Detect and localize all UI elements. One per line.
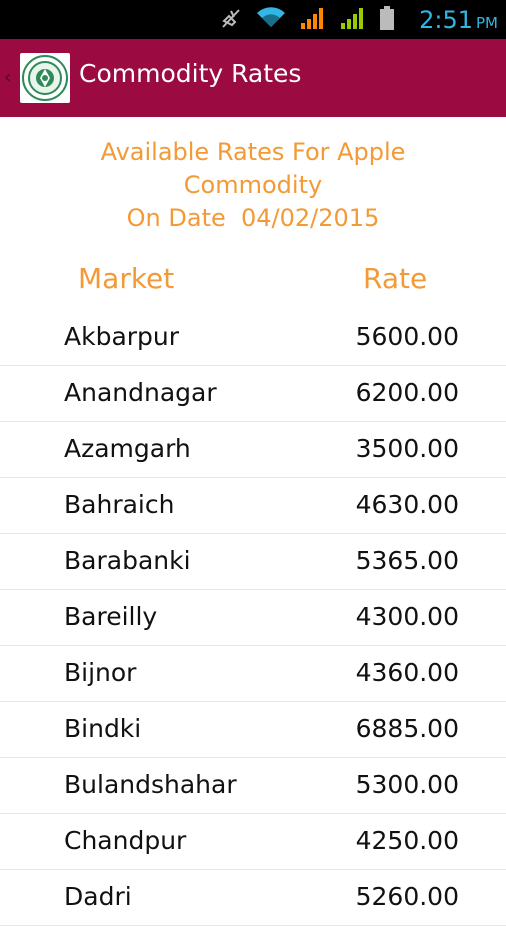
market-column-header: Market — [78, 262, 175, 295]
list-item[interactable]: Bulandshahar 5300.00 — [0, 758, 506, 814]
list-item[interactable]: Bindki 6885.00 — [0, 702, 506, 758]
rate-value: 4300.00 — [355, 602, 459, 631]
heading-line-1: Available Rates For Apple — [100, 138, 406, 166]
market-name: Bahraich — [64, 490, 175, 519]
rate-value: 5365.00 — [355, 546, 459, 575]
market-name: Azamgarh — [64, 434, 191, 463]
status-icons — [220, 6, 394, 34]
list-item[interactable]: Chandpur 4250.00 — [0, 814, 506, 870]
page-title: Commodity Rates — [79, 59, 302, 88]
rate-value: 4250.00 — [355, 826, 459, 855]
rate-value: 3500.00 — [355, 434, 459, 463]
rate-value: 6885.00 — [355, 714, 459, 743]
rate-value: 5260.00 — [355, 882, 459, 911]
mute-icon — [220, 7, 242, 33]
list-item[interactable]: Bahraich 4630.00 — [0, 478, 506, 534]
list-item[interactable]: Bijnor 4360.00 — [0, 646, 506, 702]
market-name: Anandnagar — [64, 378, 217, 407]
heading-line-3: On Date 04/02/2015 — [126, 204, 380, 232]
clock-time: 2:51 — [419, 6, 473, 34]
market-name: Dadri — [64, 882, 132, 911]
market-name: Akbarpur — [64, 322, 180, 351]
wifi-icon — [256, 7, 286, 33]
status-bar: 2:51 PM — [0, 0, 506, 39]
list-item[interactable]: Barabanki 5365.00 — [0, 534, 506, 590]
clock-ampm: PM — [476, 14, 498, 32]
market-name: Chandpur — [64, 826, 187, 855]
rate-column-header: Rate — [363, 262, 428, 295]
list-item[interactable]: Bareilly 4300.00 — [0, 590, 506, 646]
rate-value: 5300.00 — [355, 770, 459, 799]
market-name: Bulandshahar — [64, 770, 237, 799]
clock: 2:51 PM — [419, 6, 498, 34]
app-logo[interactable] — [20, 53, 70, 103]
list-item[interactable]: Anandnagar 6200.00 — [0, 366, 506, 422]
signal-icon-1 — [300, 7, 326, 33]
heading-line-2: Commodity — [183, 171, 323, 199]
market-name: Bijnor — [64, 658, 137, 687]
rate-value: 4360.00 — [355, 658, 459, 687]
rate-value: 6200.00 — [355, 378, 459, 407]
rates-list[interactable]: Akbarpur 5600.00 Anandnagar 6200.00 Azamgarh… — [0, 310, 506, 926]
market-name: Barabanki — [64, 546, 191, 575]
rate-value: 4630.00 — [355, 490, 459, 519]
battery-icon — [380, 6, 394, 34]
signal-icon-2 — [340, 7, 366, 33]
action-bar: ‹ Commodity Rates — [0, 39, 506, 117]
market-name: Bareilly — [64, 602, 158, 631]
list-item[interactable]: Akbarpur 5600.00 — [0, 310, 506, 366]
back-arrow-icon[interactable]: ‹ — [4, 69, 16, 87]
rates-heading: Available Rates For Apple Commodity On D… — [0, 136, 506, 235]
list-item[interactable]: Dadri 5260.00 — [0, 870, 506, 926]
market-name: Bindki — [64, 714, 142, 743]
list-item[interactable]: Azamgarh 3500.00 — [0, 422, 506, 478]
rate-value: 5600.00 — [355, 322, 459, 351]
